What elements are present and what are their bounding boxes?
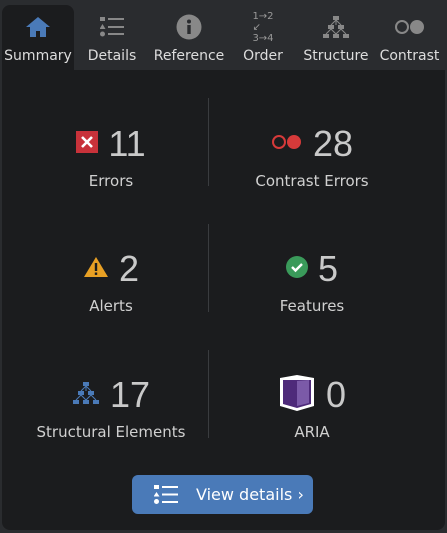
label: Errors xyxy=(88,172,134,190)
summary-errors[interactable]: 11 Errors xyxy=(8,122,214,190)
structure-icon xyxy=(72,381,100,409)
label: ARIA xyxy=(294,423,330,441)
tab-order[interactable]: 1→2 ↙ 3→4 Order xyxy=(228,5,298,70)
tab-reference[interactable]: Reference xyxy=(150,5,228,70)
label: Structural Elements xyxy=(36,423,186,441)
contrast-error-icon xyxy=(271,134,303,154)
count: 11 xyxy=(108,123,146,164)
label: Alerts xyxy=(89,297,133,315)
summary-contrast-errors[interactable]: 28 Contrast Errors xyxy=(209,122,415,190)
list-icon xyxy=(100,12,124,42)
count: 17 xyxy=(109,374,151,415)
summary-alerts[interactable]: 2 Alerts xyxy=(8,247,214,315)
list-icon xyxy=(154,484,178,505)
summary-aria[interactable]: 0 ARIA xyxy=(209,373,415,441)
info-icon xyxy=(176,12,202,42)
view-details-button[interactable]: View details › xyxy=(132,475,313,514)
structure-icon xyxy=(323,12,349,42)
aria-icon xyxy=(278,374,316,416)
tab-label: Contrast xyxy=(379,48,440,64)
tab-structure[interactable]: Structure xyxy=(298,5,374,70)
tab-label: Reference xyxy=(153,48,225,64)
feature-icon xyxy=(285,256,308,282)
count: 28 xyxy=(312,123,354,164)
tab-contrast[interactable]: Contrast xyxy=(374,5,445,70)
contrast-icon xyxy=(394,12,426,42)
summary-structural-elements[interactable]: 17 Structural Elements xyxy=(8,373,214,441)
tab-label: Details xyxy=(87,48,137,64)
summary-panel: 11 Errors 28 Contrast Errors 2 Alerts 5 … xyxy=(2,70,445,530)
count: 2 xyxy=(118,248,140,289)
summary-features[interactable]: 5 Features xyxy=(209,247,415,315)
count: 0 xyxy=(325,374,347,415)
error-icon xyxy=(76,131,99,157)
tab-label: Order xyxy=(243,48,283,64)
alert-icon xyxy=(83,256,109,282)
label: Features xyxy=(279,297,345,315)
tab-summary[interactable]: Summary xyxy=(2,5,74,70)
tab-label: Structure xyxy=(303,48,369,64)
tab-label: Summary xyxy=(4,48,72,64)
label: Contrast Errors xyxy=(255,172,369,190)
tab-bar: Summary Details Reference 1→2 ↙ 3→4 Order … xyxy=(2,5,445,70)
order-icon: 1→2 ↙ 3→4 xyxy=(252,10,274,44)
view-details-label: View details › xyxy=(196,485,304,504)
count: 5 xyxy=(317,248,339,289)
home-icon xyxy=(25,12,51,42)
tab-details[interactable]: Details xyxy=(74,5,150,70)
